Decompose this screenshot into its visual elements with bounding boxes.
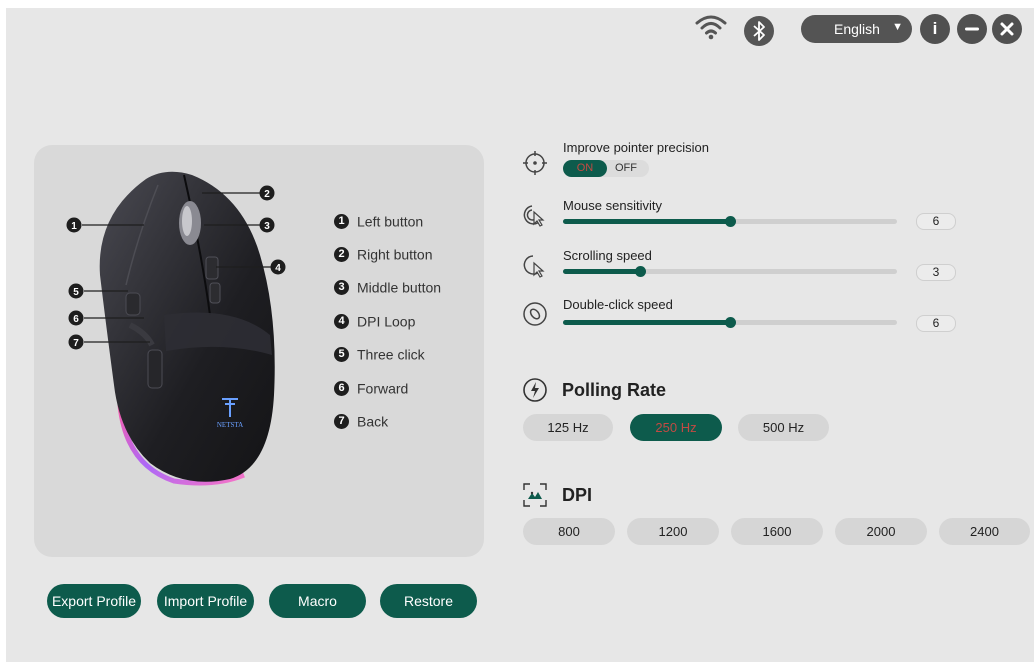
dpi-button (205, 256, 219, 280)
app-window: English ▼ i NETSTA 1 2 3 4 5 6 7 1 Left … (6, 8, 1034, 662)
slider-fill (563, 219, 730, 224)
minimize-button[interactable] (957, 14, 987, 44)
legend-label: Three click (357, 346, 425, 363)
toggle-off-label: OFF (615, 162, 637, 174)
legend-label: DPI Loop (357, 313, 416, 330)
import-profile-button[interactable]: Import Profile (157, 584, 254, 618)
legend-label: Back (357, 413, 389, 430)
legend-number: 4 (334, 313, 349, 329)
polling-option-125[interactable]: 125 Hz (523, 414, 613, 441)
precision-label: Improve pointer precision (563, 140, 709, 155)
legend-number: 1 (334, 213, 349, 229)
dpi-option-2400[interactable]: 2400 (939, 518, 1030, 545)
dpi-option-800[interactable]: 800 (523, 518, 615, 545)
slider-fill (563, 320, 730, 325)
polling-option-250[interactable]: 250 Hz (630, 414, 722, 441)
macro-button[interactable]: Macro (269, 584, 366, 618)
bluetooth-icon[interactable] (744, 16, 774, 46)
info-icon: i (932, 19, 938, 38)
side-button-front (125, 292, 141, 316)
dpi-option-1200[interactable]: 1200 (627, 518, 719, 545)
double-click-slider[interactable] (563, 317, 897, 328)
legend-label: Left button (357, 213, 424, 230)
slider-knob[interactable] (725, 216, 736, 227)
dpi-title: DPI (562, 485, 593, 505)
slider-knob[interactable] (725, 317, 736, 328)
legend-number: 2 (334, 246, 349, 262)
svg-text:1: 1 (71, 221, 77, 232)
svg-text:5: 5 (73, 287, 79, 298)
double-click-label: Double-click speed (563, 297, 673, 312)
wifi-icon[interactable] (694, 12, 728, 42)
language-select[interactable]: English ▼ (801, 15, 912, 43)
legend-number: 6 (334, 380, 349, 396)
scrolling-value: 3 (916, 264, 956, 281)
dpi-option-1600[interactable]: 1600 (731, 518, 823, 545)
language-label: English (834, 21, 880, 37)
legend-number: 5 (334, 346, 349, 362)
polling-rate-icon (523, 378, 547, 402)
svg-text:7: 7 (73, 338, 79, 349)
sensitivity-label: Mouse sensitivity (563, 198, 662, 213)
legend-label: Forward (357, 380, 409, 397)
chevron-down-icon: ▼ (892, 21, 903, 33)
scroll-pointer-icon (523, 255, 545, 278)
side-button-back (147, 349, 163, 389)
svg-text:2: 2 (264, 189, 270, 200)
legend-back: 7 Back (334, 412, 388, 432)
legend-three-click: 5 Three click (334, 345, 425, 365)
close-icon (1000, 22, 1014, 36)
slider-fill (563, 269, 640, 274)
polling-option-500[interactable]: 500 Hz (738, 414, 829, 441)
pointer-sensitivity-icon (523, 205, 545, 227)
mouse-panel: NETSTA 1 2 3 4 5 6 7 1 Left button 2 Rig… (34, 145, 484, 557)
minimize-icon (965, 27, 979, 31)
legend-number: 3 (334, 279, 349, 295)
close-button[interactable] (992, 14, 1022, 44)
legend-middle-button: 3 Middle button (334, 278, 441, 298)
dpi-option-2000[interactable]: 2000 (835, 518, 927, 545)
crosshair-icon (523, 151, 547, 175)
svg-text:4: 4 (275, 263, 281, 274)
legend-forward: 6 Forward (334, 379, 408, 399)
legend-right-button: 2 Right button (334, 245, 433, 265)
legend-left-button: 1 Left button (334, 212, 423, 232)
double-click-value: 6 (916, 315, 956, 332)
restore-button[interactable]: Restore (380, 584, 477, 618)
slider-knob[interactable] (634, 266, 646, 277)
brand-logo: NETSTA (217, 421, 243, 429)
mouse-diagram: NETSTA 1 2 3 4 5 6 7 (66, 171, 286, 486)
sensitivity-value: 6 (916, 213, 956, 230)
export-profile-button[interactable]: Export Profile (47, 584, 141, 618)
polling-rate-title: Polling Rate (562, 380, 667, 400)
toggle-on-label: ON (563, 160, 607, 177)
legend-dpi-loop: 4 DPI Loop (334, 312, 415, 332)
sensitivity-slider[interactable] (563, 216, 897, 227)
dpi-icon (523, 483, 547, 507)
legend-number: 7 (334, 413, 349, 429)
info-button[interactable]: i (920, 14, 950, 44)
scrolling-slider[interactable] (563, 266, 897, 277)
precision-toggle[interactable]: ON OFF (563, 160, 649, 177)
svg-text:3: 3 (264, 221, 270, 232)
legend-label: Middle button (357, 279, 442, 296)
scrolling-label: Scrolling speed (563, 248, 652, 263)
double-click-icon (523, 302, 547, 326)
legend-label: Right button (357, 246, 433, 263)
svg-text:6: 6 (73, 314, 79, 325)
